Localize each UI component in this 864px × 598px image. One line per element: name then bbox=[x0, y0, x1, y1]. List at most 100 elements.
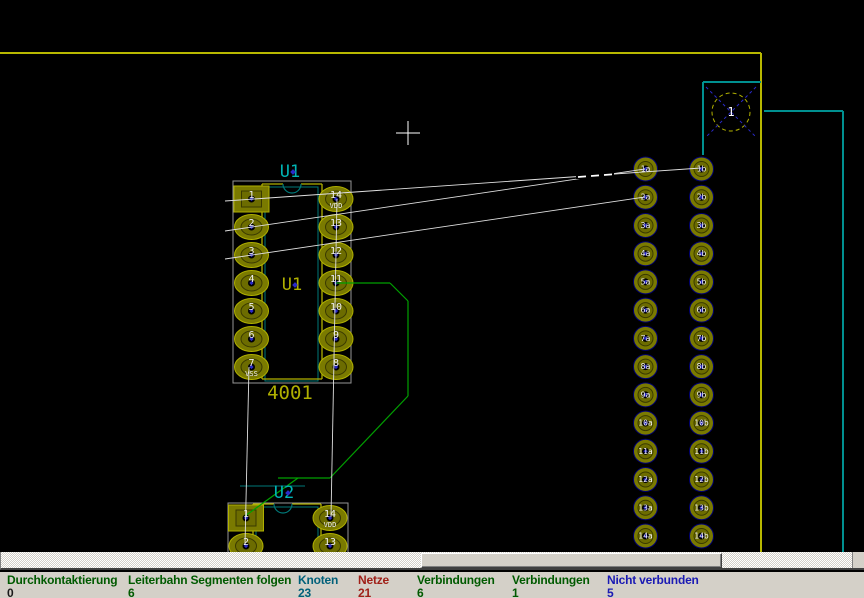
ratsnest-line[interactable] bbox=[225, 197, 645, 259]
pad-conn-1a[interactable]: 1a bbox=[634, 157, 658, 181]
pad-conn-9a[interactable]: 9a bbox=[634, 383, 658, 407]
scrollbar-corner bbox=[852, 552, 864, 568]
silkscreen-notch-arc bbox=[274, 504, 292, 513]
pad-label: 11b bbox=[694, 447, 709, 456]
pad-number: 2 bbox=[248, 218, 254, 229]
status-label: Netze bbox=[358, 574, 389, 586]
status-field-nodes: Knoten 23 bbox=[298, 572, 338, 598]
u1-footprint-text[interactable]: 4001 bbox=[267, 382, 313, 404]
pad-number: 11 bbox=[330, 274, 342, 285]
horizontal-scrollbar[interactable] bbox=[0, 552, 864, 570]
pad-conn-2b[interactable]: 2b bbox=[690, 185, 714, 209]
ratsnest-dash bbox=[591, 175, 599, 176]
pad-number: 3 bbox=[248, 246, 254, 257]
pad-label: 1b bbox=[697, 165, 707, 174]
pad-conn-7a[interactable]: 7a bbox=[634, 326, 658, 350]
pad-label: 12a bbox=[638, 475, 653, 484]
pad-conn-11a[interactable]: 11a bbox=[634, 439, 658, 463]
status-value: 21 bbox=[358, 587, 389, 598]
scrollbar-thumb[interactable] bbox=[421, 553, 722, 568]
pad-label: 8a bbox=[641, 362, 651, 371]
u1-reference-text[interactable]: U1 bbox=[280, 162, 300, 182]
pad-conn-4a[interactable]: 4a bbox=[634, 242, 658, 266]
pad-conn-3a[interactable]: 3a bbox=[634, 213, 658, 237]
pad-conn-4b[interactable]: 4b bbox=[690, 242, 714, 266]
pad-label: 4b bbox=[697, 249, 707, 258]
pad-conn-13b[interactable]: 13b bbox=[690, 496, 714, 520]
pad-conn-10b[interactable]: 10b bbox=[690, 411, 714, 435]
pad-conn-1b[interactable]: 1b bbox=[690, 157, 714, 181]
pad-conn-2a[interactable]: 2a bbox=[634, 185, 658, 209]
status-value: 1 bbox=[512, 587, 590, 598]
pad-conn-14a[interactable]: 14a bbox=[634, 524, 658, 548]
u2-reference-text[interactable]: U2 bbox=[274, 483, 294, 503]
status-label: Nicht verbunden bbox=[607, 574, 699, 586]
pad-number: 12 bbox=[330, 246, 342, 257]
pad-net-label: VDD bbox=[324, 521, 337, 529]
pad-conn-11b[interactable]: 11b bbox=[690, 439, 714, 463]
ratsnest-dash bbox=[604, 174, 612, 175]
pad-number: 10 bbox=[330, 302, 342, 313]
pad-number: 8 bbox=[333, 358, 339, 369]
pad-conn-9b[interactable]: 9b bbox=[690, 383, 714, 407]
pad-number: 13 bbox=[330, 218, 342, 229]
status-field-vias: Durchkontaktierung 0 bbox=[7, 572, 117, 598]
pad-conn-12b[interactable]: 12b bbox=[690, 468, 714, 492]
track-segment[interactable] bbox=[390, 283, 408, 301]
pcbnew-window: 11a1b2a2b3a3b4a4b5a5b6a6b7a7b8a8b9a9b10a… bbox=[0, 0, 864, 598]
pad-label: 5a bbox=[641, 277, 651, 286]
pad-label: 13b bbox=[694, 503, 709, 512]
pad-number: 6 bbox=[248, 330, 254, 341]
status-label: Verbindungen bbox=[417, 574, 495, 586]
pcb-canvas[interactable]: 11a1b2a2b3a3b4a4b5a5b6a6b7a7b8a8b9a9b10a… bbox=[0, 0, 864, 552]
pad-label: 5b bbox=[697, 277, 707, 286]
pad-number: 9 bbox=[333, 330, 339, 341]
connector-pads: 1a 1b 2a 2b 3a 3b 4a 4b 5a 5b 6a 6b 7a 7b 8a 8b 9a 9b 10a 1… bbox=[634, 157, 714, 548]
crosshair-cursor bbox=[396, 121, 420, 145]
pad-number: 13 bbox=[324, 537, 336, 548]
pad-conn-5b[interactable]: 5b bbox=[690, 270, 714, 294]
status-field-track-segments: Leiterbahn Segmenten folgen 6 bbox=[128, 572, 291, 598]
status-label: Leiterbahn Segmenten folgen bbox=[128, 574, 291, 586]
pad-label: 3b bbox=[697, 221, 707, 230]
pad-conn-6a[interactable]: 6a bbox=[634, 298, 658, 322]
status-field-connections: Verbindungen 6 bbox=[417, 572, 495, 598]
status-value: 6 bbox=[128, 587, 291, 598]
pad-conn-3b[interactable]: 3b bbox=[690, 213, 714, 237]
pad-number: 14 bbox=[324, 509, 336, 520]
pad-label: 6b bbox=[697, 306, 707, 315]
status-field-connections-2: Verbindungen 1 bbox=[512, 572, 590, 598]
pad-number: 5 bbox=[248, 302, 254, 313]
status-value: 23 bbox=[298, 587, 338, 598]
status-bar: Durchkontaktierung 0 Leiterbahn Segmente… bbox=[0, 572, 864, 598]
footprint-anchor[interactable]: 1 bbox=[706, 87, 756, 137]
pad-label: 11a bbox=[638, 447, 653, 456]
status-label: Verbindungen bbox=[512, 574, 590, 586]
pad-conn-10a[interactable]: 10a bbox=[634, 411, 658, 435]
pad-conn-7b[interactable]: 7b bbox=[690, 326, 714, 350]
ratsnest-dash bbox=[578, 176, 586, 177]
track-segment[interactable] bbox=[330, 396, 408, 478]
pad-conn-12a[interactable]: 12a bbox=[634, 468, 658, 492]
pad-label: 14a bbox=[638, 531, 653, 540]
status-label: Knoten bbox=[298, 574, 338, 586]
pad-label: 2b bbox=[697, 193, 707, 202]
pad-conn-13a[interactable]: 13a bbox=[634, 496, 658, 520]
courtyard-outline bbox=[256, 507, 318, 552]
pad-conn-8b[interactable]: 8b bbox=[690, 355, 714, 379]
silkscreen-notch-arc bbox=[283, 184, 301, 193]
connector-outline[interactable] bbox=[703, 82, 843, 552]
pad-conn-6b[interactable]: 6b bbox=[690, 298, 714, 322]
pad-number: 1 bbox=[243, 509, 249, 520]
pad-net-label: VDD bbox=[330, 202, 343, 210]
status-value: 0 bbox=[7, 587, 117, 598]
pad-conn-5a[interactable]: 5a bbox=[634, 270, 658, 294]
pad-number: 4 bbox=[248, 274, 254, 285]
status-value: 5 bbox=[607, 587, 699, 598]
pad-label: 7a bbox=[641, 334, 651, 343]
status-field-unconnected: Nicht verbunden 5 bbox=[607, 572, 699, 598]
pad-conn-8a[interactable]: 8a bbox=[634, 355, 658, 379]
pad-conn-14b[interactable]: 14b bbox=[690, 524, 714, 548]
u1-value-text[interactable]: U1 bbox=[282, 275, 302, 295]
ratsnest[interactable] bbox=[225, 168, 701, 545]
